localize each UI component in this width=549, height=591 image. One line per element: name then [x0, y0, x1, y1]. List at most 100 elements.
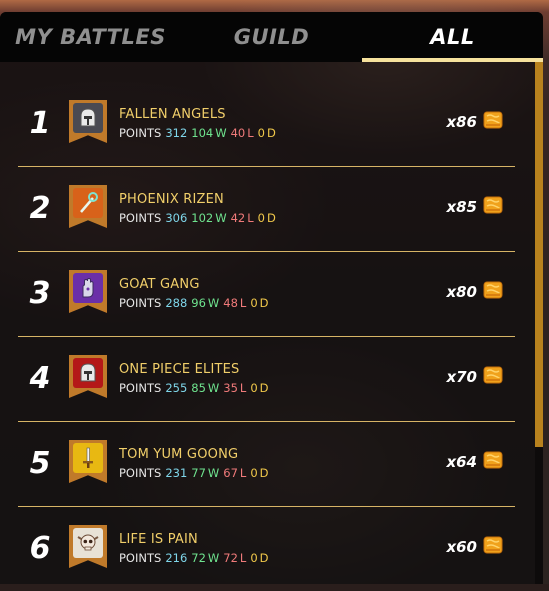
points-label: POINTS: [119, 296, 162, 310]
rank-number: 4: [29, 361, 51, 396]
points-value: 231: [165, 466, 188, 480]
guild-banner: [69, 525, 107, 568]
points-label: POINTS: [119, 211, 162, 225]
sword-icon: [73, 443, 103, 473]
wins-label: W: [207, 381, 220, 395]
reward-multiplier: x85: [446, 198, 477, 216]
reward-multiplier: x70: [446, 368, 477, 386]
reward: x60: [446, 535, 503, 559]
guild-row[interactable]: 4 ONE PIECE ELITES POINTS 255 85 W 35 L 0 Dx70: [0, 336, 535, 421]
wins-value: 96: [191, 296, 206, 310]
draws-value: 0: [250, 381, 258, 395]
wins-label: W: [215, 211, 227, 225]
guild-banner: [69, 185, 107, 228]
guild-stats: POINTS 255 85 W 35 L 0 D: [119, 381, 273, 395]
guild-stats: POINTS 216 72 W 72 L 0 D: [119, 551, 273, 565]
guild-name: LIFE IS PAIN: [119, 532, 198, 547]
leaderboard-tabs: MY BATTLES GUILD ALL: [0, 12, 543, 62]
guild-banner: [69, 270, 107, 313]
wins-label: W: [215, 126, 227, 140]
rank-number: 1: [29, 106, 51, 141]
losses-value: 42: [230, 211, 246, 225]
wins-value: 72: [191, 551, 206, 565]
chest-icon: [483, 195, 503, 219]
losses-label: L: [239, 381, 247, 395]
losses-value: 72: [223, 551, 238, 565]
points-value: 288: [165, 296, 188, 310]
guild-banner: [69, 355, 107, 398]
draws-value: 0: [257, 126, 265, 140]
hand-icon: [73, 273, 103, 303]
points-value: 312: [165, 126, 188, 140]
reward: x64: [446, 450, 503, 474]
guild-name: ONE PIECE ELITES: [119, 362, 240, 377]
guild-stats: POINTS 288 96 W 48 L 0 D: [119, 296, 273, 310]
points-label: POINTS: [119, 466, 162, 480]
staff-icon: [73, 188, 103, 218]
points-label: POINTS: [119, 126, 162, 140]
reward: x70: [446, 365, 503, 389]
wins-label: W: [207, 296, 220, 310]
wins-value: 104: [191, 126, 214, 140]
losses-value: 35: [223, 381, 238, 395]
draws-label: D: [266, 211, 276, 225]
chest-icon: [483, 450, 503, 474]
reward: x85: [446, 195, 503, 219]
skull-icon: [73, 528, 103, 558]
reward-multiplier: x60: [446, 538, 477, 556]
tab-my-battles[interactable]: MY BATTLES: [0, 12, 181, 62]
losses-value: 48: [223, 296, 238, 310]
losses-label: L: [247, 211, 254, 225]
reward-multiplier: x86: [446, 113, 477, 131]
reward: x80: [446, 280, 503, 304]
wins-label: W: [207, 551, 220, 565]
losses-label: L: [239, 551, 247, 565]
guild-name: PHOENIX RIZEN: [119, 192, 224, 207]
points-value: 216: [165, 551, 188, 565]
guild-name: FALLEN ANGELS: [119, 107, 226, 122]
rank-number: 3: [29, 276, 51, 311]
guild-stats: POINTS 306 102 W 42 L 0 D: [119, 211, 280, 225]
guild-row[interactable]: 6 LIFE IS PAIN POINTS 216 72 W 72 L 0 Dx60: [0, 506, 535, 591]
rank-number: 6: [29, 531, 51, 566]
points-label: POINTS: [119, 381, 162, 395]
rank-number: 2: [29, 191, 51, 226]
wins-value: 102: [191, 211, 214, 225]
draws-label: D: [259, 466, 269, 480]
points-value: 255: [165, 381, 188, 395]
draws-value: 0: [250, 551, 258, 565]
wins-label: W: [207, 466, 220, 480]
reward: x86: [446, 110, 503, 134]
tab-all[interactable]: ALL: [362, 12, 543, 62]
reward-multiplier: x64: [446, 453, 477, 471]
losses-value: 67: [223, 466, 238, 480]
points-value: 306: [165, 211, 188, 225]
guild-row[interactable]: 1 FALLEN ANGELS POINTS 312 104 W 40 L 0 Dx86: [0, 81, 535, 166]
chest-icon: [483, 280, 503, 304]
draws-label: D: [259, 551, 269, 565]
guild-row[interactable]: 5 TOM YUM GOONG POINTS 231 77 W 67 L 0 Dx64: [0, 421, 535, 506]
helmet-icon: [73, 103, 103, 133]
helmet-icon: [73, 358, 103, 388]
tab-guild[interactable]: GUILD: [181, 12, 362, 62]
guild-banner: [69, 100, 107, 143]
guild-banner: [69, 440, 107, 483]
draws-label: D: [259, 296, 269, 310]
losses-value: 40: [230, 126, 246, 140]
rank-number: 5: [29, 446, 51, 481]
chest-icon: [483, 110, 503, 134]
scrollbar-thumb[interactable]: [535, 62, 543, 447]
guild-row[interactable]: 3 GOAT GANG POINTS 288 96 W 48 L 0 Dx80: [0, 251, 535, 336]
reward-multiplier: x80: [446, 283, 477, 301]
guild-name: TOM YUM GOONG: [119, 447, 239, 462]
points-label: POINTS: [119, 551, 162, 565]
draws-value: 0: [257, 211, 265, 225]
wins-value: 85: [191, 381, 206, 395]
wins-value: 77: [191, 466, 206, 480]
draws-value: 0: [250, 296, 258, 310]
guild-row[interactable]: 2 PHOENIX RIZEN POINTS 306 102 W 42 L 0 Dx85: [0, 166, 535, 251]
chest-icon: [483, 365, 503, 389]
losses-label: L: [239, 466, 247, 480]
draws-label: D: [266, 126, 276, 140]
draws-label: D: [259, 381, 269, 395]
